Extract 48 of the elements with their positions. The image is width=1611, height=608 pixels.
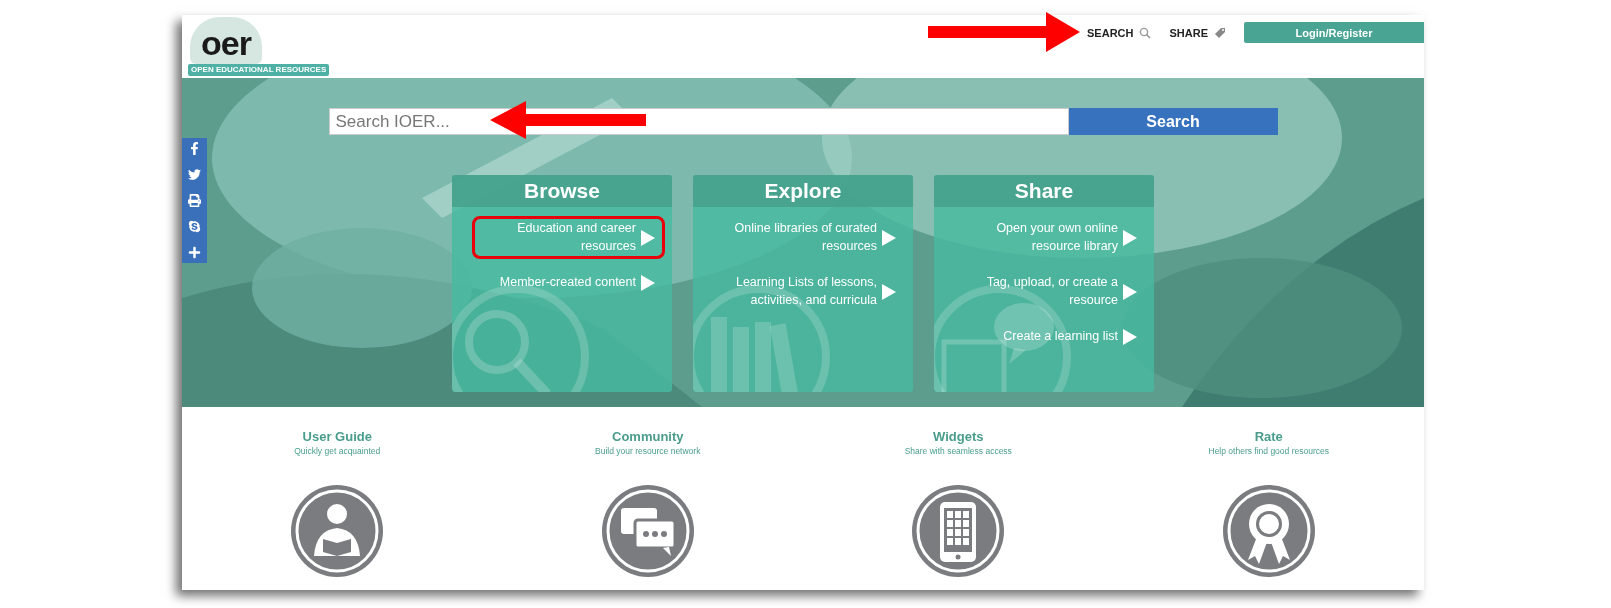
feature-subtitle: Quickly get acquainted <box>294 446 381 456</box>
printer-icon <box>188 194 201 207</box>
social-link[interactable] <box>188 142 201 155</box>
card-link[interactable]: Member-created content <box>472 270 665 296</box>
card-title: Explore <box>693 175 913 207</box>
nav-link[interactable]: SEARCH <box>1087 26 1152 39</box>
search-icon <box>1139 26 1152 39</box>
card-link[interactable]: Online libraries of curated resources <box>713 216 906 259</box>
tag-icon <box>1214 26 1226 39</box>
play-icon <box>881 282 897 301</box>
feature-title[interactable]: Rate <box>1254 429 1283 444</box>
award-icon <box>1221 484 1316 578</box>
plus-icon <box>188 246 201 259</box>
card-title: Share <box>934 175 1154 207</box>
feature-subtitle: Build your resource network <box>595 446 701 456</box>
play-icon <box>1122 282 1138 301</box>
tablet-icon <box>911 484 1006 578</box>
reader-icon <box>290 484 385 578</box>
play-icon <box>1122 228 1138 247</box>
card-link[interactable]: Open your own online resource library <box>954 216 1147 259</box>
twitter-icon <box>188 168 201 181</box>
search-button[interactable]: Search <box>1068 108 1278 135</box>
login-button[interactable]: Login/Register <box>1244 22 1424 43</box>
play-icon <box>1122 328 1138 346</box>
feature-title[interactable]: Widgets <box>933 429 984 444</box>
card-link[interactable]: Tag, upload, or create a resource <box>954 270 1147 313</box>
logo-text: oer <box>201 26 251 60</box>
card-link[interactable]: Create a learning list <box>954 324 1147 350</box>
play-icon <box>640 228 656 247</box>
play-icon <box>881 228 897 247</box>
social-link[interactable] <box>188 220 201 233</box>
play-icon <box>640 274 656 292</box>
social-link[interactable] <box>188 194 201 207</box>
card-link[interactable]: Education and career resources <box>472 216 665 259</box>
facebook-icon <box>188 142 201 155</box>
chat-icon <box>600 484 695 578</box>
feature-subtitle: Help others find good resources <box>1208 446 1329 456</box>
skype-icon <box>188 220 201 233</box>
social-link[interactable] <box>188 246 201 259</box>
social-link[interactable] <box>188 168 201 181</box>
feature-title[interactable]: Community <box>612 429 684 444</box>
card-link[interactable]: Learning Lists of lessons, activities, and curricula <box>713 270 906 313</box>
card-title: Browse <box>452 175 672 207</box>
logo-tagline: OPEN EDUCATIONAL RESOURCES <box>188 64 330 76</box>
feature-title[interactable]: User Guide <box>302 429 372 444</box>
owl-logo[interactable]: oer <box>190 17 262 64</box>
nav-link[interactable]: SHARE <box>1169 26 1226 39</box>
feature-subtitle: Share with seamless access <box>904 446 1012 456</box>
